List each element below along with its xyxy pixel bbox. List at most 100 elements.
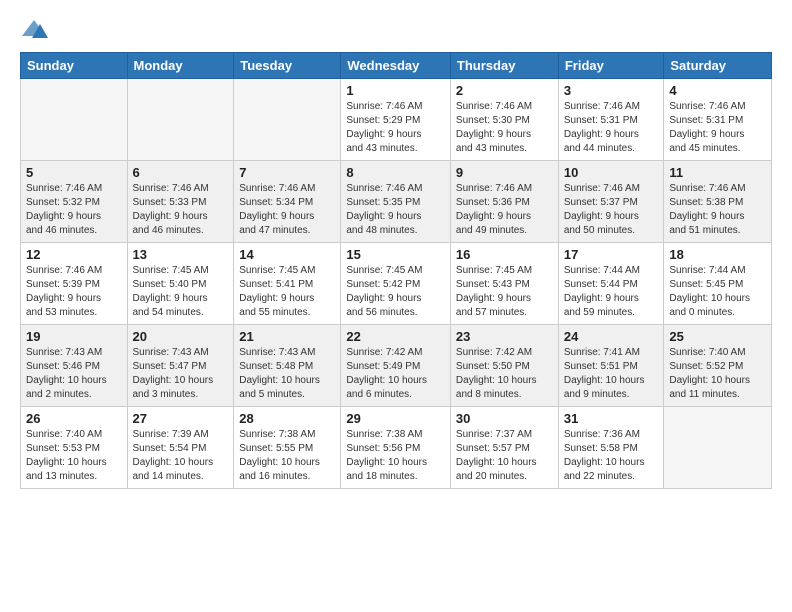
day-info: Sunrise: 7:42 AM Sunset: 5:50 PM Dayligh… [456, 346, 553, 402]
header-row: SundayMondayTuesdayWednesdayThursdayFrid… [21, 53, 772, 79]
day-number: 3 [564, 83, 659, 98]
calendar-cell: 17 Sunrise: 7:44 AM Sunset: 5:44 PM Dayli… [558, 243, 664, 325]
calendar-week-4: 19Sunrise: 7:43 AM Sunset: 5:46 PM Dayli… [21, 325, 772, 407]
day-info: Sunrise: 7:43 AM Sunset: 5:47 PM Dayligh… [133, 346, 229, 402]
day-number: 9 [456, 165, 553, 180]
day-info: Sunrise: 7:46 AM Sunset: 5:30 PM Dayligh… [456, 100, 553, 156]
header-friday: Friday [558, 53, 664, 79]
header-wednesday: Wednesday [341, 53, 451, 79]
logo [20, 16, 50, 44]
calendar-cell [127, 79, 234, 161]
day-info: Sunrise: 7:46 AM Sunset: 5:32 PM Dayligh… [26, 182, 122, 238]
calendar-cell: 23 Sunrise: 7:42 AM Sunset: 5:50 PM Dayli… [450, 325, 558, 407]
page: SundayMondayTuesdayWednesdayThursdayFrid… [0, 0, 792, 499]
day-number: 16 [456, 247, 553, 262]
day-number: 10 [564, 165, 659, 180]
day-number: 30 [456, 411, 553, 426]
day-info: Sunrise: 7:44 AM Sunset: 5:44 PM Dayligh… [564, 264, 659, 320]
day-number: 15 [346, 247, 445, 262]
header-monday: Monday [127, 53, 234, 79]
day-info: Sunrise: 7:46 AM Sunset: 5:37 PM Dayligh… [564, 182, 659, 238]
header [20, 16, 772, 44]
day-number: 4 [669, 83, 766, 98]
day-number: 19 [26, 329, 122, 344]
calendar-cell: 2 Sunrise: 7:46 AM Sunset: 5:30 PM Daylig… [450, 79, 558, 161]
day-number: 25 [669, 329, 766, 344]
day-number: 28 [239, 411, 335, 426]
calendar-cell [21, 79, 128, 161]
day-info: Sunrise: 7:45 AM Sunset: 5:41 PM Dayligh… [239, 264, 335, 320]
calendar-cell: 24 Sunrise: 7:41 AM Sunset: 5:51 PM Dayli… [558, 325, 664, 407]
day-info: Sunrise: 7:38 AM Sunset: 5:56 PM Dayligh… [346, 428, 445, 484]
day-number: 20 [133, 329, 229, 344]
calendar-week-5: 26Sunrise: 7:40 AM Sunset: 5:53 PM Dayli… [21, 407, 772, 489]
day-number: 8 [346, 165, 445, 180]
day-info: Sunrise: 7:46 AM Sunset: 5:36 PM Dayligh… [456, 182, 553, 238]
calendar-cell: 9 Sunrise: 7:46 AM Sunset: 5:36 PM Daylig… [450, 161, 558, 243]
day-info: Sunrise: 7:46 AM Sunset: 5:38 PM Dayligh… [669, 182, 766, 238]
day-info: Sunrise: 7:41 AM Sunset: 5:51 PM Dayligh… [564, 346, 659, 402]
day-number: 14 [239, 247, 335, 262]
day-number: 26 [26, 411, 122, 426]
calendar-cell: 16 Sunrise: 7:45 AM Sunset: 5:43 PM Dayli… [450, 243, 558, 325]
calendar-cell: 18 Sunrise: 7:44 AM Sunset: 5:45 PM Dayli… [664, 243, 772, 325]
day-info: Sunrise: 7:46 AM Sunset: 5:33 PM Dayligh… [133, 182, 229, 238]
day-number: 23 [456, 329, 553, 344]
calendar-cell: 20 Sunrise: 7:43 AM Sunset: 5:47 PM Dayli… [127, 325, 234, 407]
day-number: 7 [239, 165, 335, 180]
day-number: 27 [133, 411, 229, 426]
day-info: Sunrise: 7:37 AM Sunset: 5:57 PM Dayligh… [456, 428, 553, 484]
day-info: Sunrise: 7:45 AM Sunset: 5:42 PM Dayligh… [346, 264, 445, 320]
calendar-cell: 19Sunrise: 7:43 AM Sunset: 5:46 PM Dayli… [21, 325, 128, 407]
day-number: 31 [564, 411, 659, 426]
day-info: Sunrise: 7:46 AM Sunset: 5:35 PM Dayligh… [346, 182, 445, 238]
day-info: Sunrise: 7:38 AM Sunset: 5:55 PM Dayligh… [239, 428, 335, 484]
calendar-cell: 28 Sunrise: 7:38 AM Sunset: 5:55 PM Dayli… [234, 407, 341, 489]
day-info: Sunrise: 7:44 AM Sunset: 5:45 PM Dayligh… [669, 264, 766, 320]
calendar-cell: 3 Sunrise: 7:46 AM Sunset: 5:31 PM Daylig… [558, 79, 664, 161]
day-number: 21 [239, 329, 335, 344]
day-info: Sunrise: 7:46 AM Sunset: 5:34 PM Dayligh… [239, 182, 335, 238]
calendar-cell: 27Sunrise: 7:39 AM Sunset: 5:54 PM Dayli… [127, 407, 234, 489]
day-info: Sunrise: 7:36 AM Sunset: 5:58 PM Dayligh… [564, 428, 659, 484]
header-saturday: Saturday [664, 53, 772, 79]
day-number: 2 [456, 83, 553, 98]
day-info: Sunrise: 7:46 AM Sunset: 5:31 PM Dayligh… [564, 100, 659, 156]
day-info: Sunrise: 7:46 AM Sunset: 5:29 PM Dayligh… [346, 100, 445, 156]
calendar-week-3: 12 Sunrise: 7:46 AM Sunset: 5:39 PM Dayli… [21, 243, 772, 325]
calendar-cell: 30 Sunrise: 7:37 AM Sunset: 5:57 PM Dayli… [450, 407, 558, 489]
calendar-cell: 11Sunrise: 7:46 AM Sunset: 5:38 PM Dayli… [664, 161, 772, 243]
day-number: 18 [669, 247, 766, 262]
day-number: 12 [26, 247, 122, 262]
day-info: Sunrise: 7:45 AM Sunset: 5:40 PM Dayligh… [133, 264, 229, 320]
calendar-cell: 5 Sunrise: 7:46 AM Sunset: 5:32 PM Daylig… [21, 161, 128, 243]
day-info: Sunrise: 7:40 AM Sunset: 5:52 PM Dayligh… [669, 346, 766, 402]
day-info: Sunrise: 7:45 AM Sunset: 5:43 PM Dayligh… [456, 264, 553, 320]
calendar-cell: 10 Sunrise: 7:46 AM Sunset: 5:37 PM Dayli… [558, 161, 664, 243]
day-number: 22 [346, 329, 445, 344]
calendar-cell [664, 407, 772, 489]
calendar-cell: 6Sunrise: 7:46 AM Sunset: 5:33 PM Daylig… [127, 161, 234, 243]
calendar-cell [234, 79, 341, 161]
calendar-cell: 29Sunrise: 7:38 AM Sunset: 5:56 PM Dayli… [341, 407, 451, 489]
calendar-cell: 25 Sunrise: 7:40 AM Sunset: 5:52 PM Dayli… [664, 325, 772, 407]
calendar-cell: 21Sunrise: 7:43 AM Sunset: 5:48 PM Dayli… [234, 325, 341, 407]
day-number: 24 [564, 329, 659, 344]
day-number: 17 [564, 247, 659, 262]
calendar-cell: 26Sunrise: 7:40 AM Sunset: 5:53 PM Dayli… [21, 407, 128, 489]
calendar-cell: 13Sunrise: 7:45 AM Sunset: 5:40 PM Dayli… [127, 243, 234, 325]
day-number: 1 [346, 83, 445, 98]
calendar-cell: 22 Sunrise: 7:42 AM Sunset: 5:49 PM Dayli… [341, 325, 451, 407]
calendar-cell: 1 Sunrise: 7:46 AM Sunset: 5:29 PM Daylig… [341, 79, 451, 161]
header-tuesday: Tuesday [234, 53, 341, 79]
day-info: Sunrise: 7:46 AM Sunset: 5:39 PM Dayligh… [26, 264, 122, 320]
calendar-cell: 12 Sunrise: 7:46 AM Sunset: 5:39 PM Dayli… [21, 243, 128, 325]
calendar-cell: 8 Sunrise: 7:46 AM Sunset: 5:35 PM Daylig… [341, 161, 451, 243]
calendar-cell: 7 Sunrise: 7:46 AM Sunset: 5:34 PM Daylig… [234, 161, 341, 243]
day-info: Sunrise: 7:42 AM Sunset: 5:49 PM Dayligh… [346, 346, 445, 402]
calendar-cell: 14 Sunrise: 7:45 AM Sunset: 5:41 PM Dayli… [234, 243, 341, 325]
day-number: 5 [26, 165, 122, 180]
logo-icon [20, 16, 48, 44]
calendar-cell: 31 Sunrise: 7:36 AM Sunset: 5:58 PM Dayli… [558, 407, 664, 489]
header-sunday: Sunday [21, 53, 128, 79]
